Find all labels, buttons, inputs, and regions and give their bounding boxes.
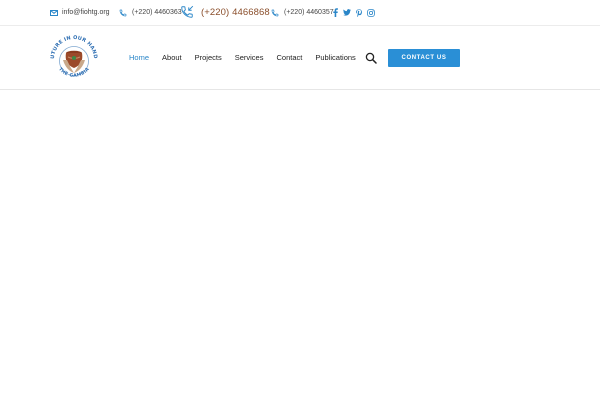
phone-icon [119,9,127,16]
logo-text-bottom: THE GAMBIA [57,66,91,79]
top-bar: info@fiohtg.org (+220) 4460363 (+220) 44… [0,0,600,26]
email-text: info@fiohtg.org [62,9,110,16]
search-icon [365,52,377,64]
phone-featured-text: (+220) 4466868 [201,6,270,18]
main-nav: Home About Projects Services Contact Pub… [129,52,369,62]
nav-item-contact[interactable]: Contact [276,53,302,62]
nav-item-projects[interactable]: Projects [195,53,222,62]
envelope-icon [50,9,58,16]
pinterest-icon[interactable] [355,8,363,18]
nav-item-services[interactable]: Services [235,53,264,62]
topbar-email[interactable]: info@fiohtg.org [50,7,110,18]
topbar-phone-primary[interactable]: (+220) 4460363 [119,7,182,18]
page-content [0,90,600,400]
topbar-phone-secondary[interactable]: (+220) 4460357 [271,7,334,18]
search-button[interactable] [365,51,377,64]
nav-item-about[interactable]: About [162,53,182,62]
contact-us-button[interactable]: CONTACT US [388,49,460,67]
site-logo[interactable]: FUTURE IN OUR HANDS THE GAMBIA [46,28,100,84]
social-links [331,7,375,18]
phone-icon [271,9,279,16]
phone-incoming-icon [181,5,194,18]
topbar-phone-featured[interactable]: (+220) 4466868 [180,3,270,21]
phone-secondary-text: (+220) 4460357 [284,9,334,16]
facebook-icon[interactable] [331,8,339,18]
instagram-icon[interactable] [367,8,375,18]
twitter-icon[interactable] [343,8,351,18]
nav-item-home[interactable]: Home [129,53,149,62]
logo-emblem: FUTURE IN OUR HANDS THE GAMBIA [46,28,98,79]
svg-text:THE GAMBIA: THE GAMBIA [57,66,91,79]
phone-primary-text: (+220) 4460363 [132,9,182,16]
nav-item-publications[interactable]: Publications [315,53,355,62]
